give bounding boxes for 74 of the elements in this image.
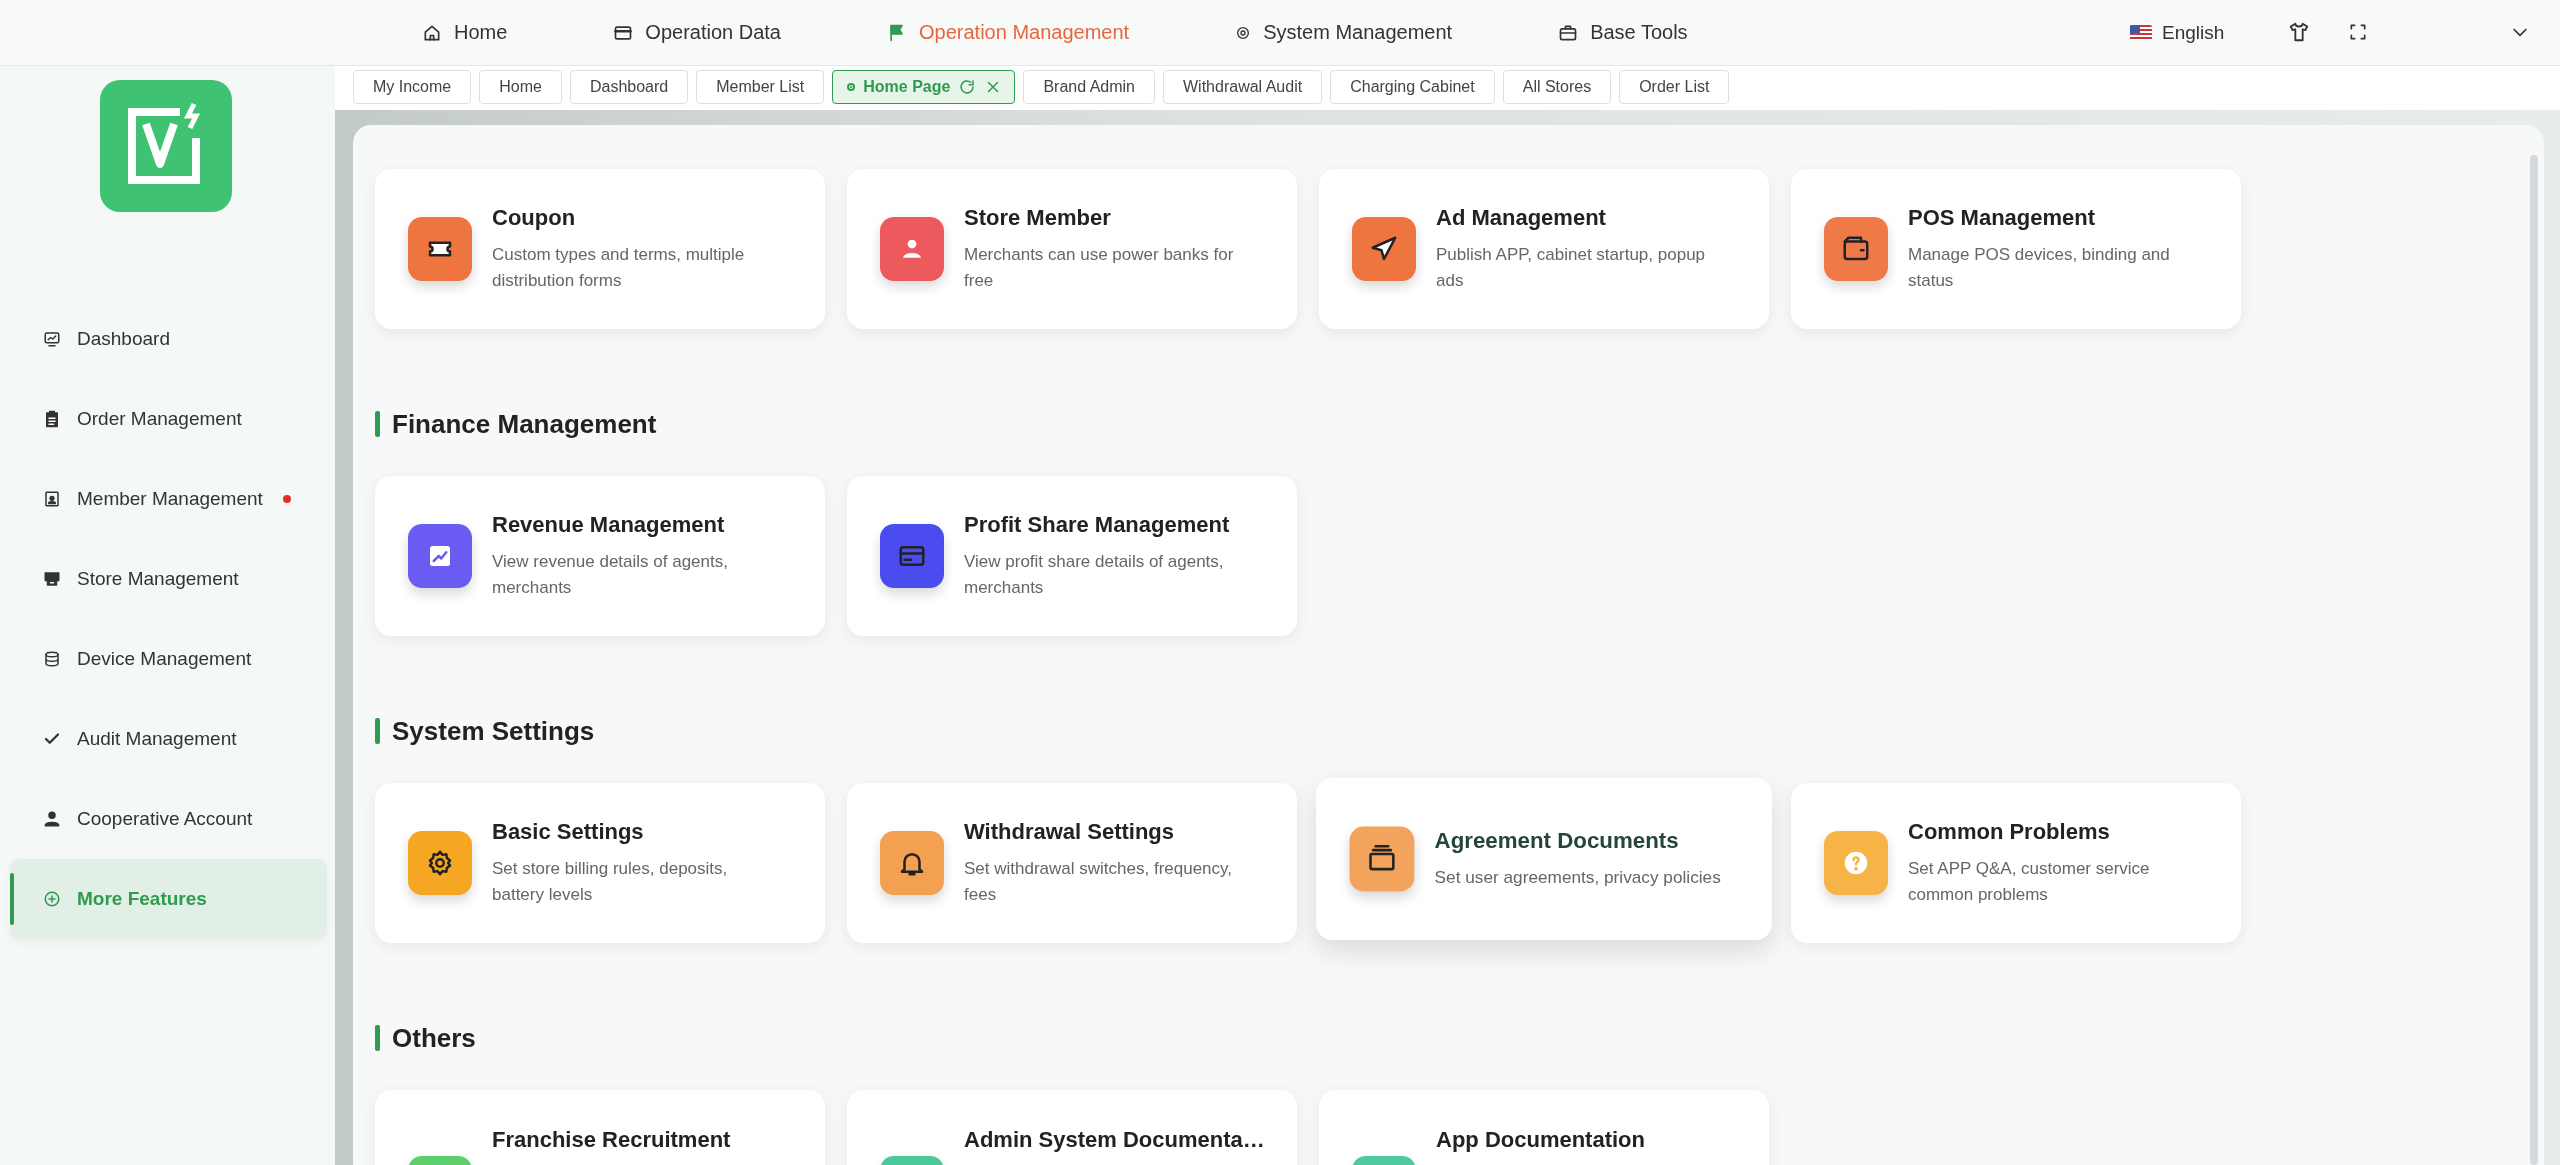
card-title: POS Management — [1908, 203, 2097, 232]
feature-card[interactable]: POS Management Manage POS devices, binding and status — [1791, 169, 2241, 329]
page-tab[interactable]: Order List — [1619, 70, 1730, 104]
feature-card[interactable]: App Documentation — [1319, 1090, 1769, 1165]
database-icon — [43, 650, 61, 668]
sidebar-item[interactable]: Audit Management — [10, 699, 327, 779]
clipboard-icon — [43, 410, 61, 428]
page-tab[interactable]: My Income — [353, 70, 472, 104]
page-tab[interactable]: Dashboard — [569, 70, 689, 104]
section-marker — [375, 411, 380, 437]
card-title: Ad Management — [1436, 203, 1607, 232]
section-title: Others — [392, 1022, 476, 1054]
card-description: Custom types and terms, multiple distribution forms — [492, 244, 746, 293]
card-description: Set APP Q&A, customer service common problems — [1908, 858, 2151, 907]
page-tab[interactable]: Home — [479, 70, 562, 104]
card-description: View revenue details of agents, merchants — [492, 551, 729, 600]
card-title: Admin System Documenta… — [964, 1126, 1265, 1154]
refresh-icon[interactable] — [958, 78, 977, 96]
sidebar-item[interactable]: Cooperative Account — [10, 779, 327, 859]
page-tab[interactable]: Brand Admin — [1023, 70, 1155, 104]
nav-item[interactable]: Operation Data — [613, 21, 833, 44]
nav-item[interactable]: System Management — [1235, 21, 1505, 44]
sidebar-item[interactable]: Dashboard — [10, 299, 327, 379]
monitor-icon — [43, 330, 61, 348]
page-tab[interactable]: Withdrawal Audit — [1163, 70, 1323, 104]
card-title: Profit Share Management — [964, 510, 1231, 539]
feature-card[interactable]: Store Member Merchants can use power banks for free — [847, 169, 1297, 329]
contact-card-icon — [43, 490, 61, 508]
nav-item[interactable]: Base Tools — [1558, 21, 1740, 44]
feature-card[interactable]: Revenue Management View revenue details of agents, merchants — [375, 476, 825, 636]
section-title: Finance Management — [392, 408, 657, 440]
card-title: Franchise Recruitment — [492, 1126, 731, 1154]
status-dot-icon — [847, 83, 856, 91]
page-tab[interactable]: All Stores — [1502, 70, 1612, 104]
card-title: Revenue Management — [492, 510, 726, 539]
card-title: App Documentation — [1436, 1126, 1645, 1154]
sidebar-item[interactable]: Member Management — [10, 459, 327, 539]
card-description: Set user agreements, privacy policies — [1434, 867, 1721, 890]
sidebar-item[interactable]: Device Management — [10, 619, 327, 699]
flag-icon — [2130, 25, 2152, 40]
card-description: Merchants can use power banks for free — [964, 244, 1235, 293]
section-marker — [375, 718, 380, 744]
feature-card[interactable]: Admin System Documenta… — [847, 1090, 1297, 1165]
nav-item[interactable]: Home — [422, 21, 560, 44]
feature-card[interactable]: Agreement Documents Set user agreements, privacy policies — [1316, 777, 1772, 941]
card-title: Store Member — [964, 203, 1112, 232]
feature-card[interactable]: Coupon Custom types and terms, multiple distribution forms — [375, 169, 825, 329]
page-tab[interactable]: Member List — [696, 70, 825, 104]
plus-circle-icon — [43, 890, 61, 908]
section-marker — [375, 1025, 380, 1051]
card-title: Common Problems — [1908, 817, 2111, 846]
feature-card[interactable]: Franchise Recruitment — [375, 1090, 825, 1165]
feature-card[interactable]: Ad Management Publish APP, cabinet startup, popup ads — [1319, 169, 1769, 329]
card-title: Basic Settings — [492, 817, 645, 846]
card-description: View profit share details of agents, merchants — [964, 551, 1225, 600]
section-title: System Settings — [392, 715, 595, 747]
card-description: Set store billing rules, deposits, battery levels — [492, 858, 729, 907]
scrollbar[interactable] — [2530, 155, 2538, 1165]
sidebar-item[interactable]: Order Management — [10, 379, 327, 459]
card-description: Set withdrawal switches, frequency, fees — [964, 858, 1234, 907]
card-title: Agreement Documents — [1434, 826, 1680, 855]
language-selector[interactable]: English — [2130, 21, 2225, 44]
feature-card[interactable]: Withdrawal Settings Set withdrawal switches, frequency, fees — [847, 783, 1297, 943]
feature-card[interactable]: Profit Share Management View profit share details of agents, merchants — [847, 476, 1297, 636]
card-title: Withdrawal Settings — [964, 817, 1176, 846]
card-description: Manage POS devices, binding and status — [1908, 244, 2171, 293]
sidebar-item[interactable]: Store Management — [10, 539, 327, 619]
feature-card[interactable]: Basic Settings Set store billing rules, deposits, battery levels — [375, 783, 825, 943]
feature-card[interactable]: Common Problems Set APP Q&A, customer service common problems — [1791, 783, 2241, 943]
card-description: Publish APP, cabinet startup, popup ads — [1436, 244, 1707, 293]
storefront-icon — [43, 570, 61, 588]
page-tab[interactable]: Charging Cabinet — [1330, 70, 1495, 104]
card-title: Coupon — [492, 203, 577, 232]
person-icon — [43, 810, 61, 828]
